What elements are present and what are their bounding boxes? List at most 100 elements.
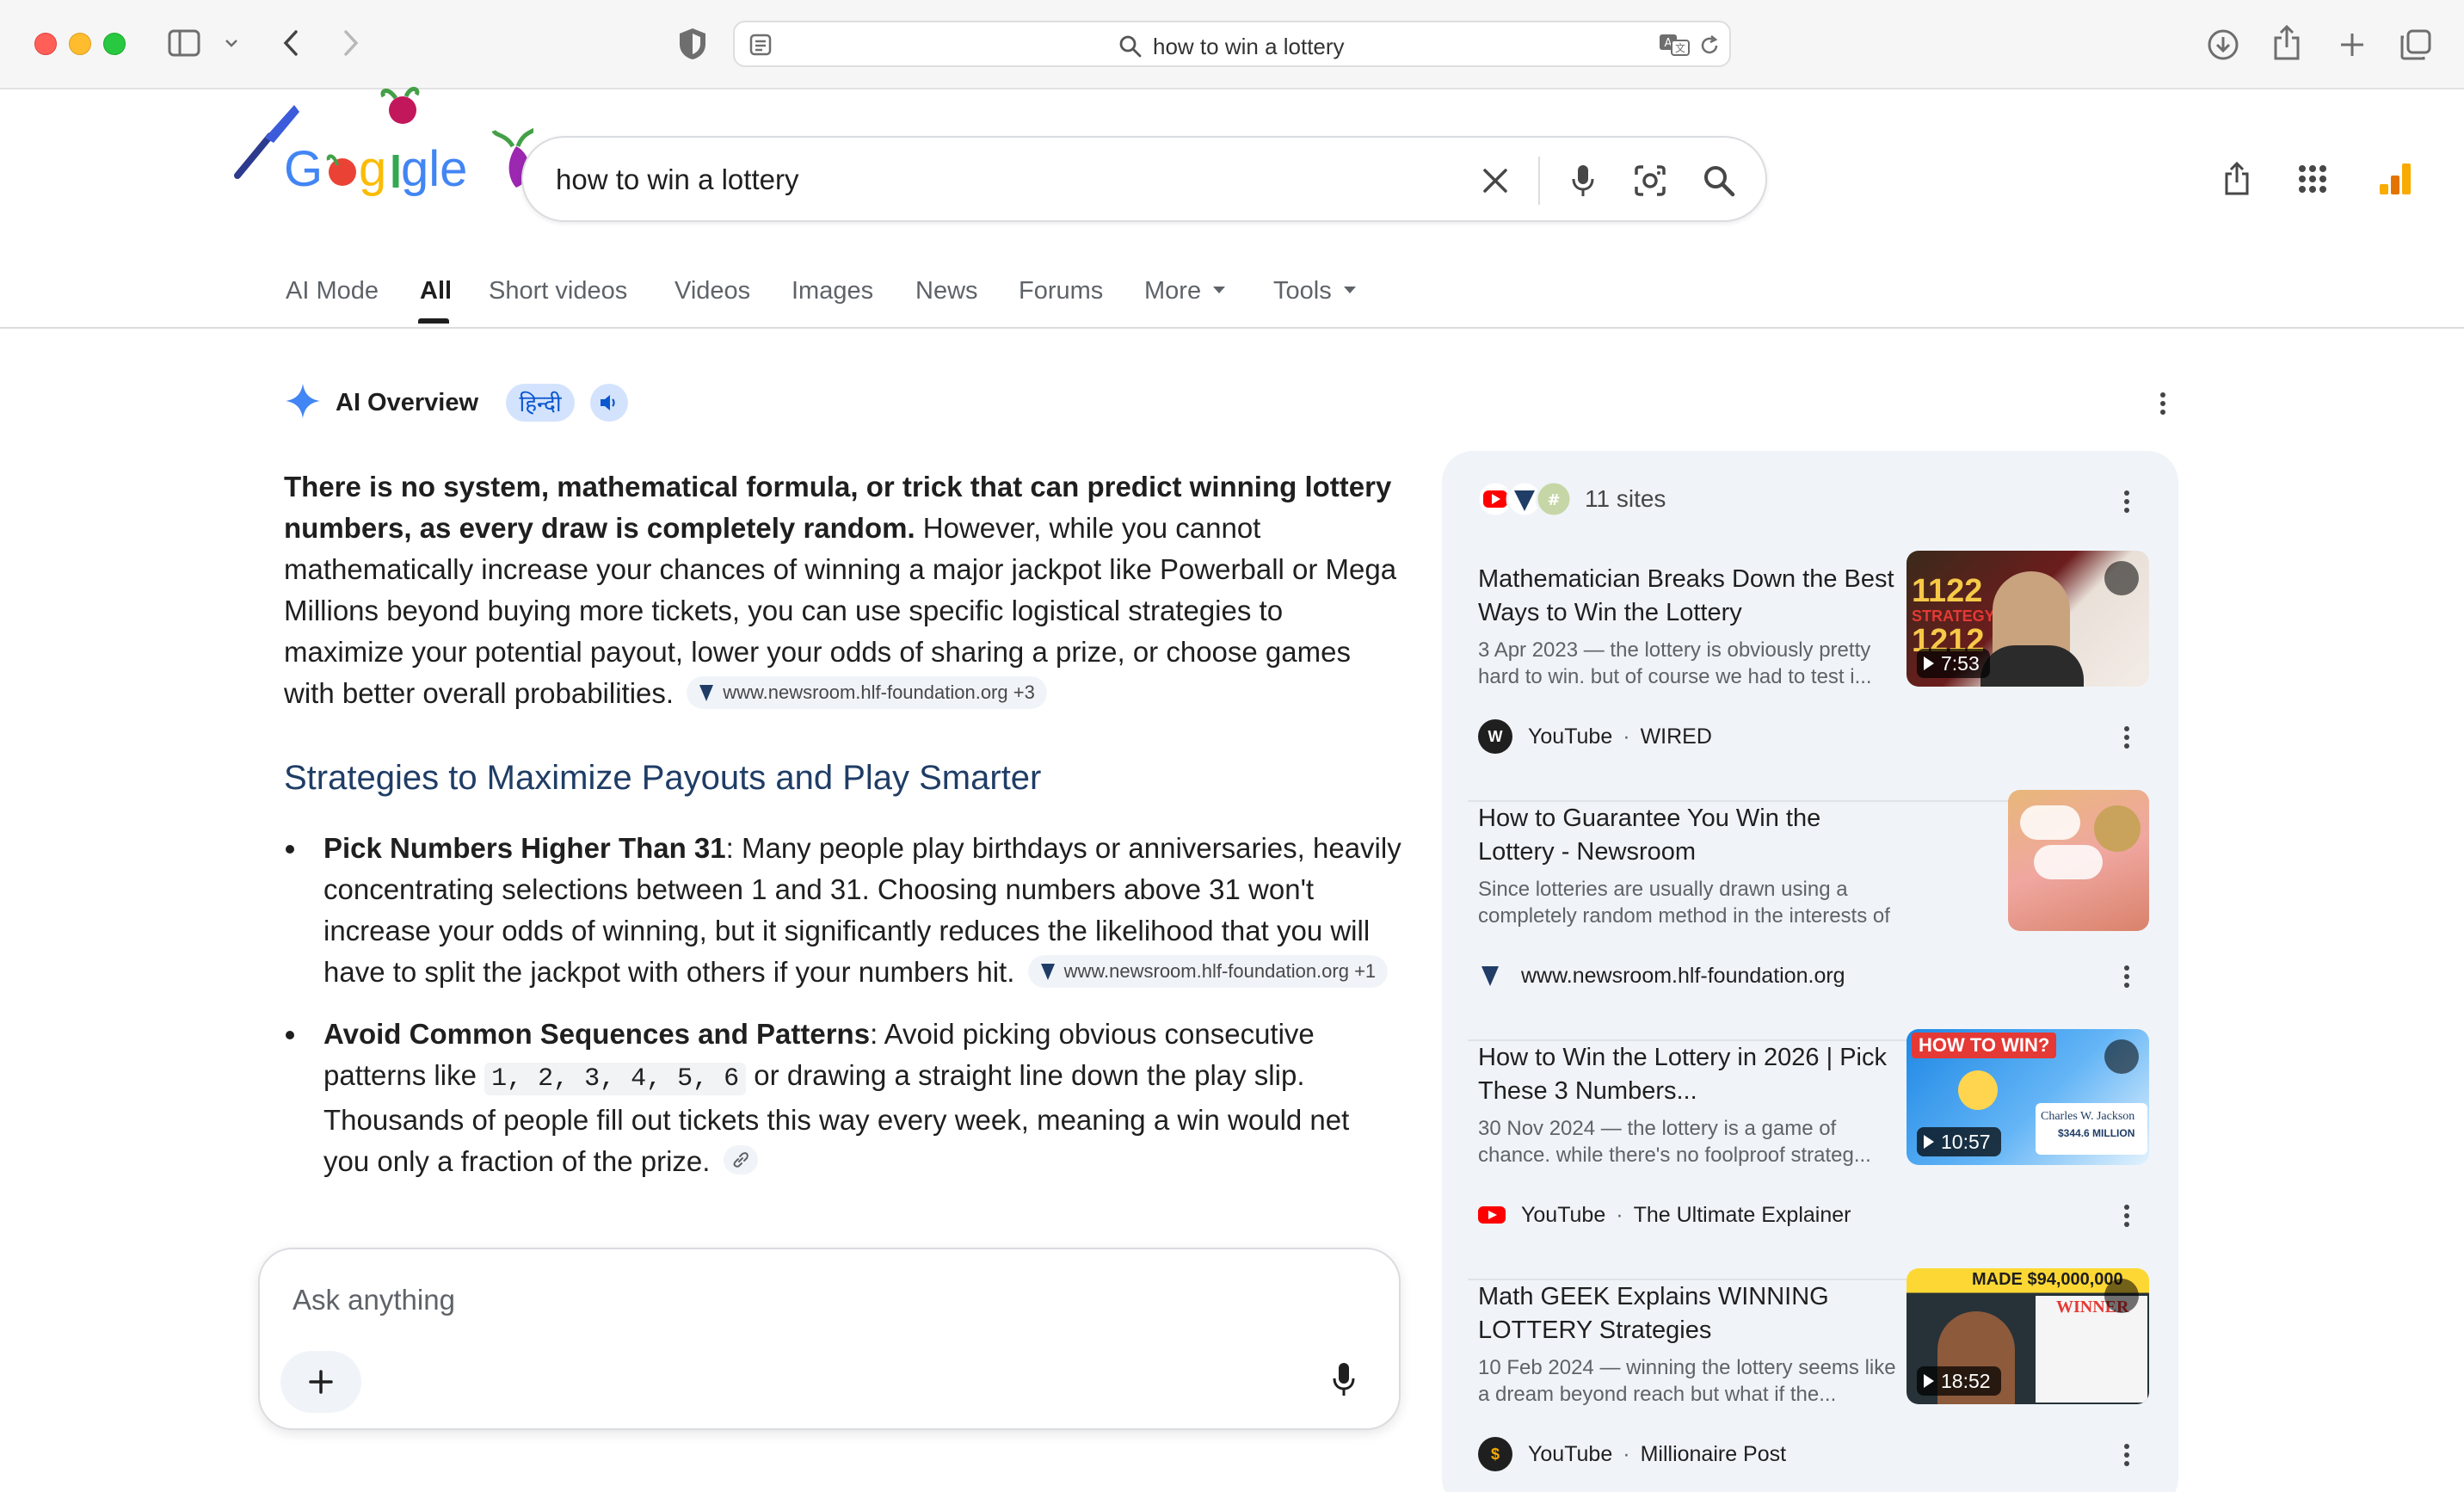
tab-videos[interactable]: Videos	[675, 277, 750, 305]
svg-text:gle: gle	[401, 141, 467, 197]
tab-overview-icon[interactable]	[2397, 26, 2435, 64]
source-footer: YouTube · The Ultimate Explainer	[1478, 1198, 1851, 1232]
source-channel: Millionaire Post	[1640, 1441, 1787, 1466]
svg-text:g: g	[359, 141, 386, 197]
tab-tools[interactable]: Tools	[1273, 277, 1356, 305]
active-tab-indicator	[418, 318, 449, 324]
address-bar[interactable]: how to win a lottery A文	[733, 21, 1731, 67]
duration-label: 18:52	[1941, 1369, 1991, 1392]
sources-more-icon[interactable]	[2118, 490, 2135, 513]
gem-icon	[1040, 964, 1055, 981]
thumb-text: 1122	[1912, 573, 1983, 609]
source-card[interactable]: How to Win the Lottery in 2026 | Pick Th…	[1468, 1029, 2149, 1268]
site-favicons-icon: #	[1476, 480, 1573, 518]
source-title[interactable]: How to Guarantee You Win the Lottery - N…	[1478, 802, 1900, 869]
back-icon[interactable]	[277, 28, 305, 59]
tab-more[interactable]: More	[1144, 277, 1226, 305]
source-title[interactable]: How to Win the Lottery in 2026 | Pick Th…	[1478, 1041, 1900, 1108]
source-card[interactable]: How to Guarantee You Win the Lottery - N…	[1468, 790, 2149, 1029]
source-title[interactable]: Math GEEK Explains WINNING LOTTERY Strat…	[1478, 1280, 1900, 1347]
svg-text:G: G	[284, 141, 323, 197]
page-menu-icon[interactable]	[747, 31, 774, 59]
source-channel: The Ultimate Explainer	[1633, 1202, 1851, 1227]
listen-button[interactable]	[590, 384, 629, 422]
source-more-icon[interactable]	[2118, 726, 2135, 749]
privacy-shield-icon[interactable]	[675, 26, 711, 62]
chevron-down-icon[interactable]	[222, 34, 241, 52]
share-icon[interactable]	[2213, 155, 2261, 203]
microphone-icon[interactable]	[1332, 1361, 1356, 1402]
zoom-window-button[interactable]	[103, 33, 126, 55]
source-snippet: 30 Nov 2024 — the lottery is a game of c…	[1478, 1117, 1871, 1167]
search-icon[interactable]	[1695, 157, 1743, 205]
ask-input[interactable]: Ask anything	[293, 1284, 455, 1316]
sources-header[interactable]: # 11 sites	[1476, 478, 1666, 520]
tab-ai-mode[interactable]: AI Mode	[286, 277, 379, 305]
ai-overview-header: AI Overview हिन्दी	[284, 379, 629, 427]
downloads-icon[interactable]	[2204, 26, 2242, 64]
source-footer: W YouTube · WIRED	[1478, 719, 1712, 754]
minimize-window-button[interactable]	[69, 33, 91, 55]
tab-short-videos[interactable]: Short videos	[489, 277, 627, 305]
bullet-title: Avoid Common Sequences and Patterns	[323, 1018, 871, 1050]
bullet-title: Pick Numbers Higher Than 31	[323, 832, 726, 864]
reload-icon[interactable]	[1697, 33, 1722, 59]
wired-favicon-icon: W	[1478, 719, 1512, 754]
sites-count: 11 sites	[1585, 485, 1666, 512]
citation-chip[interactable]: www.newsroom.hlf-foundation.org +1	[1027, 955, 1389, 989]
share-icon[interactable]	[2268, 22, 2306, 64]
source-more-icon[interactable]	[2118, 1444, 2135, 1466]
expand-icon[interactable]	[2104, 561, 2139, 595]
forward-icon[interactable]	[337, 28, 365, 59]
source-title[interactable]: Mathematician Breaks Down the Best Ways …	[1478, 563, 1900, 630]
citation-label: www.newsroom.hlf-foundation.org +1	[1063, 960, 1377, 983]
source-more-icon[interactable]	[2118, 965, 2135, 988]
video-duration: 10:57	[1917, 1127, 2001, 1156]
source-site: www.newsroom.hlf-foundation.org	[1521, 963, 1845, 988]
ai-overview-more-icon[interactable]	[2154, 392, 2171, 415]
language-toggle-pill[interactable]: हिन्दी	[506, 384, 576, 422]
tab-all[interactable]: All	[420, 277, 452, 305]
video-thumbnail[interactable]: HOW TO WIN? Charles W. Jackson $344.6 MI…	[1907, 1029, 2149, 1165]
sparkle-icon	[284, 382, 322, 424]
video-thumbnail[interactable]: 1122 STRATEGY 1212 7:53	[1907, 551, 2149, 687]
ask-anything-box[interactable]: Ask anything	[258, 1248, 1401, 1430]
translate-icon[interactable]: A文	[1657, 31, 1691, 59]
caret-down-icon	[1343, 287, 1356, 294]
close-window-button[interactable]	[34, 33, 57, 55]
sources-panel: # 11 sites Mathematician Breaks Down the…	[1442, 451, 2178, 1492]
video-thumbnail[interactable]: MADE $94,000,000 WINNER 18:52	[1907, 1268, 2149, 1404]
analytics-avatar-icon[interactable]	[2371, 155, 2419, 203]
source-snippet: 10 Feb 2024 — winning the lottery seems …	[1478, 1356, 1896, 1406]
address-text[interactable]: how to win a lottery	[1153, 34, 1345, 60]
link-icon[interactable]	[723, 1145, 758, 1175]
google-doodle-logo[interactable]: G g gle	[232, 86, 537, 207]
source-card[interactable]: Math GEEK Explains WINNING LOTTERY Strat…	[1468, 1268, 2149, 1492]
microphone-icon[interactable]	[1559, 157, 1607, 205]
new-tab-icon[interactable]	[2333, 26, 2371, 64]
expand-icon[interactable]	[2104, 1279, 2139, 1313]
duration-label: 10:57	[1941, 1130, 1991, 1153]
lens-camera-icon[interactable]	[1626, 157, 1674, 205]
speaker-icon	[601, 395, 615, 410]
source-more-icon[interactable]	[2118, 1205, 2135, 1227]
search-input[interactable]: how to win a lottery	[556, 163, 798, 196]
lotto-ball	[2034, 845, 2103, 879]
list-item: Avoid Common Sequences and Patterns: Avo…	[284, 1014, 1402, 1182]
search-box[interactable]: how to win a lottery	[521, 136, 1767, 222]
expand-icon[interactable]	[2104, 1039, 2139, 1074]
browser-toolbar: how to win a lottery A文	[0, 0, 2464, 89]
source-card[interactable]: Mathematician Breaks Down the Best Ways …	[1468, 551, 2149, 790]
apps-grid-icon[interactable]	[2288, 155, 2337, 203]
svg-text:#: #	[1547, 491, 1560, 509]
article-thumbnail[interactable]	[2008, 790, 2149, 931]
add-attachment-button[interactable]	[280, 1351, 361, 1413]
tab-images[interactable]: Images	[792, 277, 873, 305]
thumb-text: Charles W. Jackson	[2041, 1110, 2135, 1123]
sidebar-toggle-icon[interactable]	[167, 28, 201, 59]
tab-forums[interactable]: Forums	[1019, 277, 1103, 305]
clear-icon[interactable]	[1471, 157, 1519, 205]
duration-label: 7:53	[1941, 651, 1980, 675]
citation-chip[interactable]: www.newsroom.hlf-foundation.org +3	[687, 676, 1047, 710]
tab-news[interactable]: News	[915, 277, 978, 305]
